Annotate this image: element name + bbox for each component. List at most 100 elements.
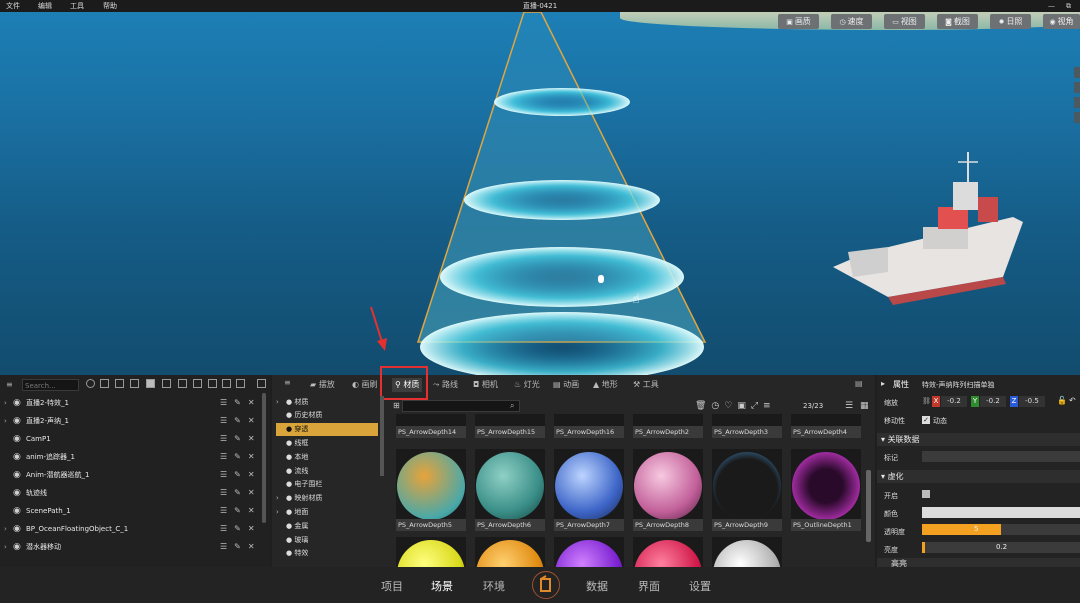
- row-actions[interactable]: ☰✎✕: [220, 502, 262, 520]
- category-item[interactable]: ● 历史材质: [276, 409, 378, 422]
- collapse-icon[interactable]: ▸: [881, 379, 885, 388]
- category-item[interactable]: › ● 材质: [276, 396, 378, 409]
- eye-icon[interactable]: ◉: [13, 394, 21, 412]
- eye-icon[interactable]: ◉: [13, 484, 21, 502]
- tab-place[interactable]: ▰ 摆放: [310, 378, 335, 392]
- eye-icon[interactable]: ◉: [13, 448, 21, 466]
- material-item[interactable]: PS_ArrowDepth16: [554, 414, 624, 438]
- category-item[interactable]: ● 玻璃: [276, 534, 378, 547]
- tree-item[interactable]: › ◉ 潜水器移动 ☰✎✕: [0, 538, 270, 556]
- nav-project[interactable]: 项目: [381, 578, 403, 594]
- tab-tools[interactable]: ⚒ 工具: [633, 378, 659, 392]
- refresh-icon[interactable]: [86, 379, 95, 388]
- tree-item[interactable]: › ◉ 直播2-特效_1 ☰✎✕: [0, 394, 270, 412]
- scale-z-input[interactable]: -0.5: [1019, 396, 1045, 407]
- lock-icon[interactable]: 🔓: [1057, 396, 1067, 405]
- eye-icon[interactable]: ◉: [13, 538, 21, 556]
- material-search-input[interactable]: ⌕: [402, 400, 520, 412]
- nav-interface[interactable]: 界面: [638, 578, 660, 594]
- quality-button[interactable]: ▣ 画质: [778, 14, 819, 29]
- sunlight-button[interactable]: ✹ 日照: [990, 14, 1031, 29]
- outliner-search-input[interactable]: Search...: [22, 379, 79, 391]
- import-icon[interactable]: ⊞: [393, 401, 400, 410]
- mobility-checkbox[interactable]: ✓: [922, 416, 930, 424]
- material-item[interactable]: [633, 537, 703, 567]
- focus-icon[interactable]: [115, 379, 124, 388]
- eye-icon[interactable]: ◉: [13, 466, 21, 484]
- image-icon[interactable]: [222, 379, 231, 388]
- material-item[interactable]: PS_ArrowDepth8: [633, 449, 703, 531]
- material-item[interactable]: [396, 537, 466, 567]
- material-item[interactable]: PS_OutlineDepth1: [791, 449, 861, 531]
- tab-terrain[interactable]: ▲ 地形: [593, 378, 618, 392]
- tab-route[interactable]: ⤳ 路线: [433, 378, 458, 392]
- minimize-icon[interactable]: —: [1048, 0, 1055, 12]
- nav-environment[interactable]: 环境: [483, 578, 505, 594]
- row-actions[interactable]: ☰✎✕: [220, 520, 262, 538]
- link-icon[interactable]: ⛓: [922, 397, 931, 405]
- outliner-scrollbar[interactable]: [262, 393, 266, 523]
- list-view-icon[interactable]: ☰: [845, 401, 853, 411]
- speed-button[interactable]: ◷ 速度: [831, 14, 872, 29]
- category-scrollbar[interactable]: [380, 396, 384, 476]
- tree-item[interactable]: ◉ CamP1 ☰✎✕: [0, 430, 270, 448]
- outliner-menu-icon[interactable]: ≡: [6, 380, 13, 389]
- eye-icon[interactable]: ◉: [13, 430, 21, 448]
- nav-scene[interactable]: 场景: [431, 578, 453, 594]
- app-logo-icon[interactable]: [532, 571, 560, 599]
- export-icon[interactable]: [236, 379, 245, 388]
- category-item[interactable]: ● 流线: [276, 465, 378, 478]
- tab-light[interactable]: ♨ 灯光: [514, 378, 540, 392]
- scale-y-input[interactable]: -0.2: [980, 396, 1006, 407]
- category-item[interactable]: ● 金属: [276, 520, 378, 533]
- square-icon[interactable]: [193, 379, 202, 388]
- tag-input[interactable]: [922, 451, 1080, 462]
- category-item[interactable]: ● 线框: [276, 437, 378, 450]
- category-item[interactable]: › ● 地面: [276, 506, 378, 519]
- copy-icon[interactable]: [178, 379, 187, 388]
- row-actions[interactable]: ☰✎✕: [220, 448, 262, 466]
- view-button[interactable]: ▭ 视图: [884, 14, 925, 29]
- reset-icon[interactable]: ↶: [1069, 396, 1076, 405]
- side-tool-icon[interactable]: [1074, 112, 1080, 123]
- grid-scrollbar[interactable]: [866, 470, 871, 542]
- film-icon[interactable]: [146, 379, 155, 388]
- tree-item[interactable]: ◉ ScenePath_1 ☰✎✕: [0, 502, 270, 520]
- row-actions[interactable]: ☰✎✕: [220, 430, 262, 448]
- row-actions[interactable]: ☰✎✕: [220, 538, 262, 556]
- row-actions[interactable]: ☰✎✕: [220, 412, 262, 430]
- category-item[interactable]: ● 本地: [276, 451, 378, 464]
- material-item[interactable]: PS_ArrowDepth9: [712, 449, 782, 531]
- material-item[interactable]: [712, 537, 782, 567]
- material-item[interactable]: PS_ArrowDepth6: [475, 449, 545, 531]
- eye-icon[interactable]: ◉: [13, 502, 21, 520]
- enable-checkbox[interactable]: [922, 490, 930, 498]
- opacity-slider[interactable]: 5: [922, 524, 1080, 535]
- frame-icon[interactable]: [100, 379, 109, 388]
- brightness-slider[interactable]: 0.2: [922, 542, 1080, 553]
- category-item[interactable]: ● 特效: [276, 547, 378, 560]
- material-item[interactable]: [475, 537, 545, 567]
- section-fade[interactable]: ▾ 虚化: [877, 470, 1080, 483]
- tree-item[interactable]: › ◉ 直播2-声纳_1 ☰✎✕: [0, 412, 270, 430]
- material-item[interactable]: PS_ArrowDepth3: [712, 414, 782, 438]
- library-options-icon[interactable]: ▤: [855, 379, 863, 388]
- library-menu-icon[interactable]: ≡: [284, 378, 291, 387]
- side-tool-icon[interactable]: [1074, 82, 1080, 93]
- section-linked-data[interactable]: ▾ 关联数据: [877, 433, 1080, 446]
- category-item[interactable]: › ● 映射材质: [276, 492, 378, 505]
- material-item[interactable]: PS_ArrowDepth7: [554, 449, 624, 531]
- tree-item[interactable]: ◉ 轨迹线 ☰✎✕: [0, 484, 270, 502]
- material-item[interactable]: [554, 537, 624, 567]
- row-actions[interactable]: ☰✎✕: [220, 466, 262, 484]
- viewangle-button[interactable]: ◉ 视角: [1043, 14, 1080, 29]
- color-swatch[interactable]: [922, 507, 1080, 518]
- eye-icon[interactable]: ◉: [13, 412, 21, 430]
- nav-data[interactable]: 数据: [586, 578, 608, 594]
- material-item[interactable]: PS_ArrowDepth15: [475, 414, 545, 438]
- tab-animation[interactable]: ▤ 动画: [553, 378, 579, 392]
- grid-toolbar-icons[interactable]: 🗑◷♡▣⤢≡: [695, 401, 776, 411]
- layout-icon[interactable]: [208, 379, 217, 388]
- tab-brush[interactable]: ◐ 画刷: [352, 378, 378, 392]
- hash-icon[interactable]: [162, 379, 171, 388]
